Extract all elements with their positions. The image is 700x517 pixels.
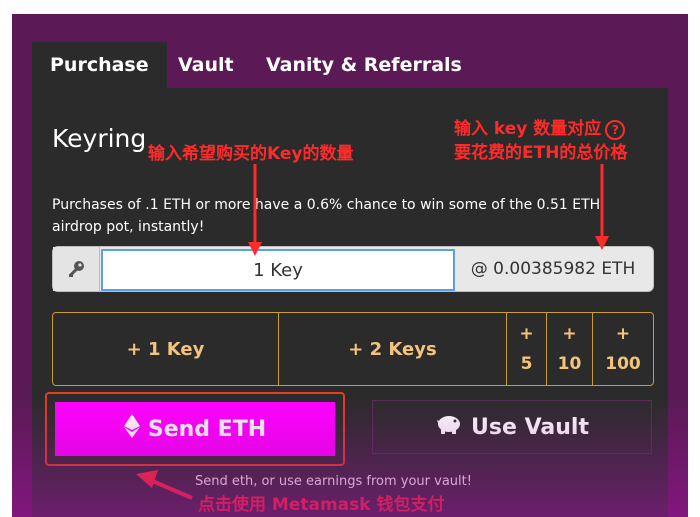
add-2-keys-button[interactable]: + 2 Keys xyxy=(279,313,507,385)
use-vault-label: Use Vault xyxy=(471,414,589,440)
tab-vanity-referrals[interactable]: Vanity & Referrals xyxy=(248,42,480,88)
quick-add-buttons: + 1 Key + 2 Keys + 5 + 10 + 100 xyxy=(52,312,654,386)
add-10-keys-button[interactable]: + 10 xyxy=(547,313,593,385)
plus-sign: + xyxy=(519,324,534,344)
key-icon xyxy=(53,247,100,291)
add-1-key-button[interactable]: + 1 Key xyxy=(53,313,279,385)
arrow-to-send-line xyxy=(149,478,193,500)
send-eth-button[interactable]: Send ETH xyxy=(55,402,335,456)
help-icon: ? xyxy=(605,120,626,140)
ethereum-icon xyxy=(123,414,140,444)
use-vault-button[interactable]: Use Vault xyxy=(372,400,652,454)
fomo3d-widget: Purchase Vault Vanity & Referrals Keyrin… xyxy=(12,14,688,517)
eth-price-display: @ 0.00385982 ETH xyxy=(470,259,636,279)
annotation-input-keys: 输入希望购买的Key的数量 xyxy=(148,144,354,164)
payment-hint: Send eth, or use earnings from your vaul… xyxy=(195,474,472,489)
send-eth-label: Send ETH xyxy=(147,416,267,442)
add-100-keys-button[interactable]: + 100 xyxy=(593,313,653,385)
amount-label: 5 xyxy=(520,354,533,374)
key-input-row: @ 0.00385982 ETH xyxy=(52,246,654,292)
amount-label: 10 xyxy=(557,354,582,374)
airdrop-description: Purchases of .1 ETH or more have a 0.6% … xyxy=(52,197,601,235)
add-5-keys-button[interactable]: + 5 xyxy=(507,313,547,385)
annotation-metamask: 点击使用 Metamask 钱包支付 xyxy=(198,495,445,515)
arrow-to-send-head xyxy=(136,470,158,488)
plus-sign: + xyxy=(562,324,577,344)
tab-bar: Purchase Vault Vanity & Referrals xyxy=(32,42,672,88)
amount-label: 100 xyxy=(605,354,641,374)
annotation-eth-line2: 要花费的ETH的总价格 xyxy=(454,143,628,163)
annotation-eth-text: 输入 key 数量对应 xyxy=(454,119,602,139)
piggy-bank-icon xyxy=(435,413,463,441)
tab-purchase[interactable]: Purchase xyxy=(32,42,167,88)
send-eth-highlight: Send ETH xyxy=(45,392,345,466)
annotation-eth-line1: 输入 key 数量对应? xyxy=(454,114,626,140)
plus-sign: + xyxy=(615,324,631,344)
tab-vault[interactable]: Vault xyxy=(160,42,252,88)
key-quantity-input[interactable] xyxy=(101,249,455,291)
panel-title: Keyring xyxy=(52,124,147,153)
